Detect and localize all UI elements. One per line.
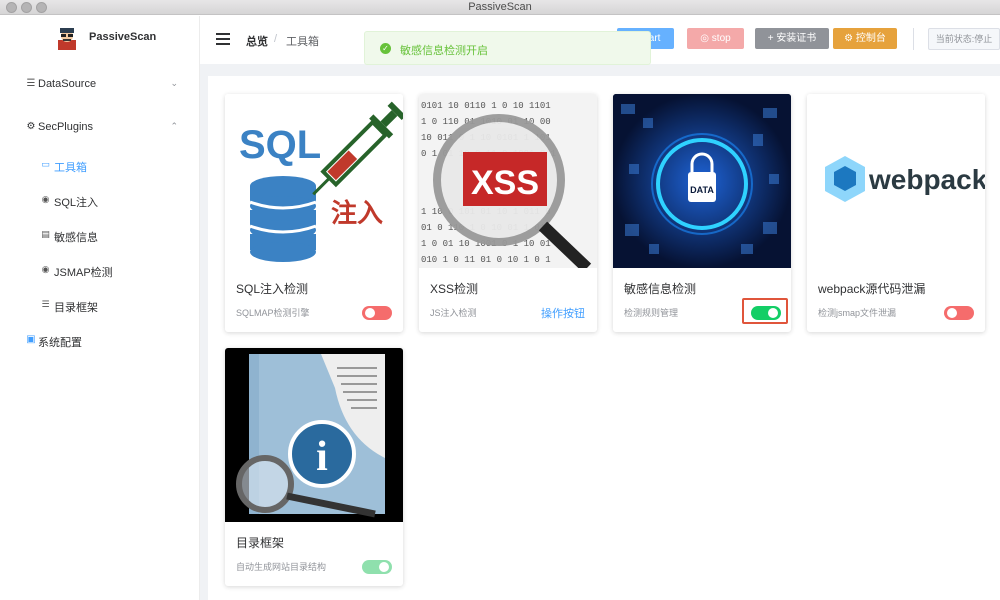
toast-message: 敏感信息检测开启	[400, 45, 488, 57]
plugin-card-sensitive-info: DATA 敏感信息检测 检测规则管理	[613, 94, 791, 332]
sidebar-item-label: 系统配置	[38, 337, 82, 349]
svg-text:webpack: webpack	[868, 164, 985, 195]
sidebar-item-toolbox[interactable]: ▭ 工具箱	[0, 152, 200, 180]
webpack-toggle[interactable]	[944, 306, 974, 320]
console-label: 控制台	[855, 33, 886, 44]
card-description: 检测jsmap文件泄漏	[818, 308, 897, 318]
card-title: XSS检测	[430, 282, 479, 296]
sql-injection-toggle[interactable]	[362, 306, 392, 320]
card-title: webpack源代码泄漏	[818, 282, 926, 296]
xss-image: 0101 10 0110 1 0 10 1101 1 0 110 01 1010…	[419, 94, 597, 268]
svg-text:DATA: DATA	[690, 185, 714, 195]
card-description: JS注入检测	[430, 308, 477, 318]
gear-icon: ⚙	[844, 33, 856, 44]
check-circle-icon: ✓	[380, 43, 391, 54]
settings-icon: ▣	[26, 334, 36, 345]
svg-text:010 1 0 11 01 0 10 1 0 1: 010 1 0 11 01 0 10 1 0 1	[421, 255, 551, 265]
card-title: 目录框架	[236, 536, 285, 550]
svg-text:XSS: XSS	[471, 164, 539, 202]
sensitive-data-image: DATA	[613, 94, 791, 268]
plugin-card-directory: i 目录框架 自动生成网站目录结构	[225, 348, 403, 586]
sidebar-item-label: JSMAP检测	[54, 267, 113, 279]
card-description: 自动生成网站目录结构	[236, 562, 327, 572]
main-content: SQL 注入 SQL注入检测 SQLMAP检测引擎 0101 10 0110 1…	[200, 64, 1000, 600]
svg-text:i: i	[316, 434, 328, 480]
target-icon: ◉	[41, 264, 50, 274]
card-description: 检测规则管理	[624, 308, 679, 318]
webpack-image: webpack	[807, 94, 985, 268]
sidebar-item-sensitive-info[interactable]: ▤ 敏感信息	[0, 222, 200, 250]
sensitive-info-toggle[interactable]	[751, 306, 781, 320]
layers-icon: ☰	[26, 78, 36, 89]
directory-toggle[interactable]	[362, 560, 392, 574]
console-button[interactable]: ⚙ 控制台	[833, 28, 897, 49]
chevron-down-icon: ⌄	[170, 78, 178, 88]
monitor-icon: ▭	[41, 159, 50, 169]
plugin-icon: ⚙	[26, 121, 36, 132]
stop-button[interactable]: ◎ stop	[687, 28, 744, 49]
card-title: SQL注入检测	[236, 282, 309, 296]
operate-button[interactable]: 操作按钮	[541, 305, 585, 321]
window-titlebar: PassiveScan	[0, 0, 1000, 15]
plugin-card-webpack: webpack webpack源代码泄漏 检测jsmap文件泄漏	[807, 94, 985, 332]
sidebar-item-jsmap[interactable]: ◉ JSMAP检测	[0, 257, 200, 285]
breadcrumb-current: 工具箱	[286, 36, 319, 48]
document-icon: ▤	[41, 229, 50, 239]
stop-icon: ◎	[700, 33, 712, 44]
stop-button-label: stop	[711, 33, 731, 44]
breadcrumb-home[interactable]: 总览	[246, 33, 268, 49]
plugin-card-sql: SQL 注入 SQL注入检测 SQLMAP检测引擎	[225, 94, 403, 332]
svg-text:0101 10 0110 1 0 10 1101: 0101 10 0110 1 0 10 1101	[421, 101, 551, 111]
sidebar-item-label: SQL注入	[54, 197, 99, 209]
svg-text:SQL: SQL	[239, 123, 321, 167]
svg-text:注入: 注入	[331, 198, 383, 228]
sidebar-item-label: SecPlugins	[38, 121, 94, 133]
status-badge: 当前状态:停止	[928, 28, 1000, 50]
chevron-up-icon: ⌃	[170, 121, 178, 131]
sidebar-item-label: 敏感信息	[54, 232, 98, 244]
plugin-card-xss: 0101 10 0110 1 0 10 1101 1 0 110 01 1010…	[419, 94, 597, 332]
logo-text: PassiveScan	[89, 31, 157, 43]
header-divider	[913, 28, 914, 50]
plugin-panel: SQL 注入 SQL注入检测 SQLMAP检测引擎 0101 10 0110 1…	[208, 76, 1000, 600]
install-cert-button[interactable]: + 安装证书	[755, 28, 829, 49]
sidebar-item-system-config[interactable]: ▣ 系统配置	[0, 326, 200, 356]
sidebar-item-directory[interactable]: ☰ 目录框架	[0, 292, 200, 320]
logo-icon	[58, 28, 76, 50]
sidebar-item-sql-injection[interactable]: ◉ SQL注入	[0, 187, 200, 215]
sidebar: PassiveScan ☰ DataSource ⌄ ⚙ SecPlugins …	[0, 16, 200, 600]
sidebar-item-secplugins[interactable]: ⚙ SecPlugins ⌃	[0, 113, 200, 143]
sidebar-item-label: 工具箱	[54, 162, 87, 174]
sql-injection-image: SQL 注入	[225, 94, 403, 268]
breadcrumb-separator: /	[274, 33, 278, 45]
card-title: 敏感信息检测	[624, 282, 697, 296]
card-description: SQLMAP检测引擎	[236, 308, 310, 318]
bug-icon: ◉	[41, 194, 50, 204]
list-icon: ☰	[41, 299, 50, 309]
sidebar-item-label: 目录框架	[54, 302, 98, 314]
hamburger-menu-icon[interactable]	[216, 33, 230, 45]
sidebar-item-label: DataSource	[38, 78, 97, 90]
window-title: PassiveScan	[468, 1, 532, 13]
directory-image: i	[225, 348, 403, 522]
success-toast: ✓ 敏感信息检测开启	[364, 31, 651, 65]
install-cert-label: 安装证书	[776, 33, 817, 44]
sidebar-item-datasource[interactable]: ☰ DataSource ⌄	[0, 70, 200, 100]
